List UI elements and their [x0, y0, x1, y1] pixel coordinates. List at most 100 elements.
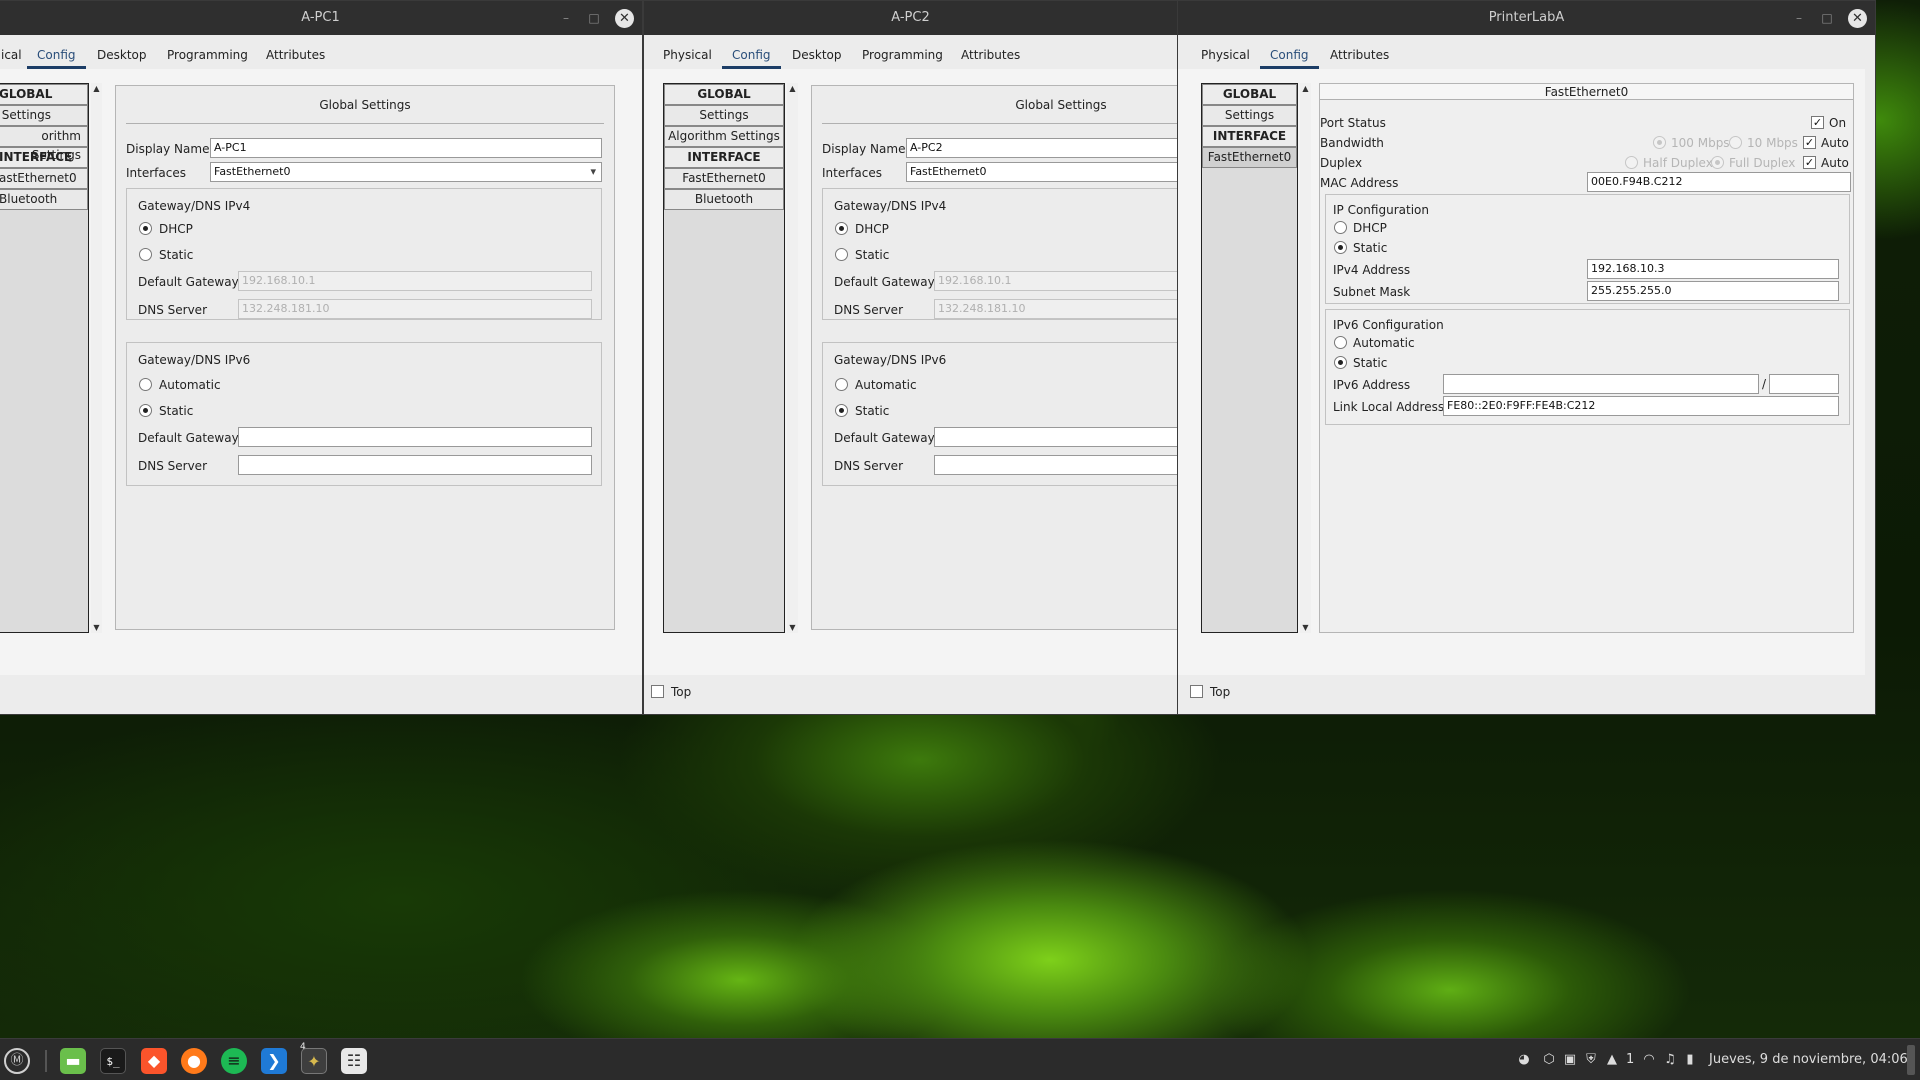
dhcp-radio[interactable]	[139, 222, 152, 235]
minimize-icon[interactable]: –	[559, 1, 573, 35]
list-item-settings[interactable]: Settings	[1202, 105, 1297, 126]
mac-address-input[interactable]: 00E0.F94B.C212	[1587, 172, 1851, 192]
brave-browser-icon[interactable]: ◆	[141, 1048, 167, 1074]
list-item-global[interactable]: GLOBAL	[0, 84, 88, 105]
list-scrollbar[interactable]: ▲ ▼	[91, 83, 102, 633]
tab-programming[interactable]: Programming	[862, 48, 943, 66]
settings-list[interactable]: GLOBAL Settings INTERFACE FastEthernet0	[1201, 83, 1298, 633]
tab-config[interactable]: Config	[1260, 48, 1318, 69]
display-name-input[interactable]: A-PC2	[906, 138, 1177, 158]
spotify-icon[interactable]: ≡	[221, 1048, 247, 1074]
bw-10-radio[interactable]	[1729, 136, 1742, 149]
static6-radio[interactable]	[139, 404, 152, 417]
battery-icon[interactable]: ▮	[1682, 1052, 1698, 1068]
dns6-server-input[interactable]	[934, 455, 1177, 475]
dns-server-input[interactable]: 132.248.181.10	[934, 299, 1177, 319]
default-gateway6-input[interactable]	[934, 427, 1177, 447]
tab-config[interactable]: Config	[722, 48, 780, 69]
subnet-mask-input[interactable]: 255.255.255.0	[1587, 281, 1839, 301]
link-local-input[interactable]: FE80::2E0:F9FF:FE4B:C212	[1443, 396, 1839, 416]
titlebar[interactable]: A-PC2	[644, 1, 1177, 35]
list-item-bluetooth[interactable]: Bluetooth	[0, 189, 88, 210]
default-gateway6-input[interactable]	[238, 427, 592, 447]
settings-list[interactable]: GLOBAL Settings Algorithm Settings INTER…	[663, 83, 785, 633]
clock[interactable]: Jueves, 9 de noviembre, 04:06	[1709, 1039, 1908, 1080]
titlebar[interactable]: PrinterLabA – □ ✕	[1178, 1, 1875, 35]
titlebar[interactable]: A-PC1 – □ ✕	[0, 1, 642, 35]
top-checkbox[interactable]	[1190, 685, 1203, 698]
list-scrollbar[interactable]: ▲ ▼	[1300, 83, 1311, 633]
default-gateway-input[interactable]: 192.168.10.1	[238, 271, 592, 291]
dhcp-radio[interactable]	[835, 222, 848, 235]
tab-desktop[interactable]: Desktop	[97, 48, 147, 66]
tab-programming[interactable]: Programming	[167, 48, 248, 66]
close-icon[interactable]: ✕	[1848, 8, 1867, 28]
scroll-down-icon[interactable]: ▼	[91, 622, 102, 633]
list-item-interface[interactable]: INTERFACE	[1202, 126, 1297, 147]
firefox-icon[interactable]: ●	[181, 1048, 207, 1074]
automatic-radio[interactable]	[835, 378, 848, 391]
settings-list[interactable]: GLOBAL Settings orithm Settings INTERFAC…	[0, 83, 89, 633]
duplex-auto-checkbox[interactable]: ✓	[1803, 156, 1816, 169]
automatic-radio[interactable]	[139, 378, 152, 391]
list-item-algorithm-settings[interactable]: Algorithm Settings	[664, 126, 784, 147]
shield-icon[interactable]: ⛨	[1583, 1052, 1599, 1068]
static-radio[interactable]	[1334, 241, 1347, 254]
scroll-up-icon[interactable]: ▲	[91, 83, 102, 94]
discord-icon[interactable]: ◕	[1516, 1052, 1532, 1068]
window-a-pc2[interactable]: A-PC2 Physical Config Desktop Programmin…	[643, 0, 1178, 715]
ipv6-address-input[interactable]	[1443, 374, 1759, 394]
dhcp-radio[interactable]	[1334, 221, 1347, 234]
ipv4-address-input[interactable]: 192.168.10.3	[1587, 259, 1839, 279]
default-gateway-input[interactable]: 192.168.10.1	[934, 271, 1177, 291]
notifications-icon[interactable]: ▲	[1604, 1052, 1620, 1068]
top-checkbox[interactable]	[651, 685, 664, 698]
list-item-bluetooth[interactable]: Bluetooth	[664, 189, 784, 210]
static-radio[interactable]	[139, 248, 152, 261]
full-duplex-radio[interactable]	[1711, 156, 1724, 169]
half-duplex-radio[interactable]	[1625, 156, 1638, 169]
scroll-up-icon[interactable]: ▲	[1300, 83, 1311, 94]
list-item-algorithm-settings[interactable]: orithm Settings	[0, 126, 88, 162]
tab-physical[interactable]: Physical	[1201, 48, 1250, 66]
scroll-down-icon[interactable]: ▼	[1300, 622, 1311, 633]
list-item-global[interactable]: GLOBAL	[1202, 84, 1297, 105]
window-a-pc1[interactable]: A-PC1 – □ ✕ ical Config Desktop Programm…	[0, 0, 643, 715]
menu-icon[interactable]: Ⓜ	[4, 1048, 30, 1074]
list-item-settings[interactable]: Settings	[664, 105, 784, 126]
interfaces-select[interactable]: FastEthernet0	[906, 162, 1177, 182]
list-item-interface[interactable]: INTERFACE	[664, 147, 784, 168]
clipboard-icon[interactable]: ▣	[1562, 1052, 1578, 1068]
interfaces-select[interactable]: FastEthernet0	[210, 162, 602, 182]
maximize-icon[interactable]: □	[1820, 1, 1834, 35]
wifi-icon[interactable]: ◠	[1641, 1052, 1657, 1068]
static6-radio[interactable]	[835, 404, 848, 417]
minimize-icon[interactable]: –	[1792, 1, 1806, 35]
list-item-settings[interactable]: Settings	[0, 105, 88, 126]
list-scrollbar[interactable]: ▲ ▼	[787, 83, 798, 633]
scroll-down-icon[interactable]: ▼	[787, 622, 798, 633]
list-item-global[interactable]: GLOBAL	[664, 84, 784, 105]
list-item-fastethernet0[interactable]: FastEthernet0	[664, 168, 784, 189]
maximize-icon[interactable]: □	[587, 1, 601, 35]
tab-desktop[interactable]: Desktop	[792, 48, 842, 66]
port-on-checkbox[interactable]: ✓	[1811, 116, 1824, 129]
tab-attributes[interactable]: Attributes	[1330, 48, 1389, 66]
tab-physical[interactable]: ical	[1, 48, 22, 66]
automatic-radio[interactable]	[1334, 336, 1347, 349]
bluetooth-icon[interactable]: ⬡	[1541, 1052, 1557, 1068]
static6-radio[interactable]	[1334, 356, 1347, 369]
static-radio[interactable]	[835, 248, 848, 261]
tab-physical[interactable]: Physical	[663, 48, 712, 66]
vscode-icon[interactable]: ❯	[261, 1048, 287, 1074]
display-name-input[interactable]: A-PC1	[210, 138, 602, 158]
tab-attributes[interactable]: Attributes	[961, 48, 1020, 66]
dns6-server-input[interactable]	[238, 455, 592, 475]
ipv6-prefix-input[interactable]	[1769, 374, 1839, 394]
list-item-fastethernet0[interactable]: astEthernet0	[0, 168, 88, 189]
close-icon[interactable]: ✕	[615, 8, 634, 28]
terminal-icon[interactable]: $_	[100, 1048, 126, 1074]
text-editor-icon[interactable]: ☷	[341, 1048, 367, 1074]
list-item-fastethernet0[interactable]: FastEthernet0	[1202, 147, 1297, 168]
tab-attributes[interactable]: Attributes	[266, 48, 325, 66]
